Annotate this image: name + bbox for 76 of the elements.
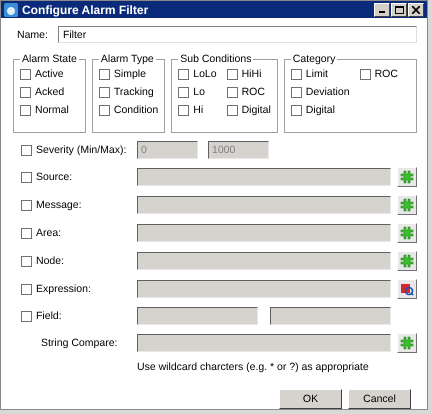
checkbox-label: Normal: [35, 104, 69, 116]
checkbox-label: Simple: [114, 68, 146, 80]
puzzle-icon: [400, 170, 414, 184]
checkbox-label: ROC: [242, 86, 265, 98]
group-title: Sub Conditions: [179, 53, 252, 65]
checkbox[interactable]: [290, 86, 302, 98]
checkbox[interactable]: [290, 68, 302, 80]
close-icon: [412, 6, 420, 14]
puzzle-icon: [400, 226, 414, 240]
checkbox[interactable]: [20, 104, 31, 116]
name-label: Name:: [17, 28, 48, 40]
hint-text: Use wildcard charcters (e.g. * or ?) as appropriate: [137, 361, 370, 373]
browse-button[interactable]: [397, 223, 417, 243]
puzzle-icon: [400, 198, 414, 212]
dialog-button[interactable]: Cancel: [348, 389, 411, 409]
filter-label: Expression:: [36, 283, 91, 295]
checkbox[interactable]: [178, 86, 190, 98]
close-button[interactable]: [408, 2, 424, 16]
filter-label: Field:: [36, 310, 62, 322]
checkbox-label: LoLo: [193, 68, 217, 80]
checkbox-label: Acked: [35, 86, 64, 98]
checkbox[interactable]: [20, 68, 31, 80]
checkbox[interactable]: [21, 228, 32, 238]
checkbox[interactable]: [226, 104, 238, 116]
expression-button[interactable]: [397, 279, 417, 299]
filter-label: Source:: [36, 171, 72, 183]
minimize-button[interactable]: [374, 2, 390, 16]
string-compare-label: String Compare:: [40, 337, 118, 349]
checkbox[interactable]: [178, 68, 190, 80]
checkbox-label: HiHi: [242, 68, 262, 80]
checkbox[interactable]: [21, 200, 32, 210]
checkbox-label: Lo: [193, 86, 205, 98]
checkbox[interactable]: [98, 104, 110, 116]
checkbox[interactable]: [226, 86, 238, 98]
browse-button[interactable]: [397, 167, 417, 187]
puzzle-icon: [400, 336, 414, 350]
window-title: Configure Alarm Filter: [22, 2, 150, 16]
name-field[interactable]: Filter: [58, 26, 417, 43]
checkbox-label: Active: [35, 68, 64, 80]
checkbox[interactable]: [98, 86, 110, 98]
checkbox[interactable]: [20, 86, 31, 98]
globe-icon: [4, 2, 18, 16]
filter-label: Message:: [36, 199, 82, 211]
checkbox[interactable]: [21, 256, 32, 266]
checkbox-label: Limit: [306, 68, 328, 80]
checkbox[interactable]: [98, 68, 110, 80]
checkbox[interactable]: [360, 68, 371, 80]
dialog-button[interactable]: OK: [279, 389, 342, 409]
browse-button[interactable]: [397, 333, 417, 353]
checkbox[interactable]: [21, 144, 32, 156]
group-title: Category: [292, 53, 336, 65]
group-title: Alarm State: [21, 53, 78, 65]
filter-label: Severity (Min/Max):: [36, 144, 126, 156]
checkbox-label: Deviation: [306, 86, 350, 98]
checkbox-label: Digital: [306, 104, 335, 116]
minimize-icon: [379, 11, 385, 13]
group-title: Alarm Type: [100, 53, 155, 65]
checkbox-label: Hi: [193, 104, 204, 116]
maximize-button[interactable]: [391, 2, 407, 16]
maximize-icon: [394, 6, 404, 14]
filter-label: Area:: [36, 227, 62, 239]
puzzle-icon: [400, 254, 414, 268]
expression-icon: [400, 282, 414, 296]
checkbox[interactable]: [21, 172, 32, 182]
checkbox[interactable]: [178, 104, 190, 116]
browse-button[interactable]: [397, 195, 417, 215]
checkbox[interactable]: [21, 310, 32, 322]
checkbox[interactable]: [21, 284, 32, 294]
filter-label: Node:: [36, 255, 64, 267]
checkbox[interactable]: [226, 68, 238, 80]
checkbox-label: Digital: [242, 104, 271, 116]
browse-button[interactable]: [397, 251, 417, 271]
checkbox-label: Condition: [114, 104, 158, 116]
checkbox[interactable]: [290, 104, 302, 116]
checkbox-label: Tracking: [114, 86, 154, 98]
checkbox-label: ROC: [374, 68, 398, 80]
